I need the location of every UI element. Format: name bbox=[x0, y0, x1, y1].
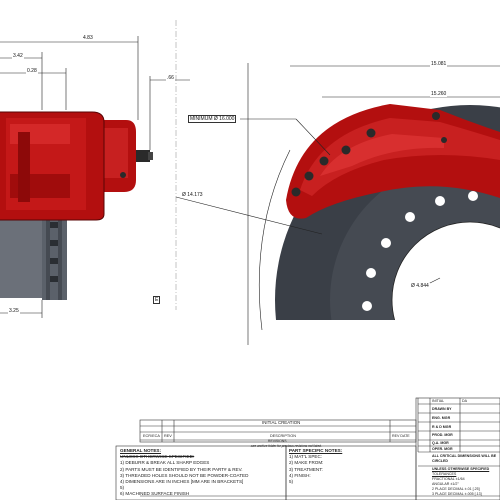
front-view bbox=[275, 104, 500, 320]
dim-bottom-length: 3.25 bbox=[8, 308, 20, 314]
dim-overall-width: 4.83 bbox=[82, 35, 94, 41]
tol-three-place: 3 PLACE DECIMAL ±.005 [.13] bbox=[432, 492, 482, 496]
role-rd-mgr: R & D MGR bbox=[432, 425, 452, 429]
col-date: REV DATE bbox=[392, 434, 410, 438]
dim-min-diameter: MINIMUM Ø 16.000 bbox=[188, 115, 237, 123]
dim-bolt-circle: Ø 14.173 bbox=[181, 192, 204, 198]
initial-creation: INITIAL CREATION bbox=[262, 420, 301, 425]
role-prod-mgr: PROD. MGR bbox=[432, 433, 453, 437]
tol-angular: ANGULAR ±1/2° bbox=[432, 482, 459, 486]
bleeder-bolt bbox=[136, 150, 150, 162]
general-note-item: 2) PARTS MUST BE IDENTIFIED BY THEIR PAR… bbox=[120, 466, 243, 472]
drawing-sheet bbox=[0, 20, 500, 500]
dim-disc-inner: 15.260 bbox=[430, 91, 448, 97]
dim-hub-diameter: Ø 4.844 bbox=[410, 283, 430, 289]
dim-offset-a: 3.42 bbox=[12, 53, 24, 59]
side-view bbox=[0, 111, 153, 300]
tolerances-label: TOLERANCES bbox=[432, 472, 457, 476]
part-specific-notes: PART SPECIFIC NOTES: 1) MAT'L SPEC: 2) M… bbox=[289, 448, 342, 485]
role-eng-mgr: ENG. MGR bbox=[432, 416, 451, 420]
tol-two-place: 2 PLACE DECIMAL ±.01 [.25] bbox=[432, 487, 480, 491]
part-note-item: 5) bbox=[289, 479, 294, 485]
dim-offset-c: .66 bbox=[166, 75, 175, 81]
general-notes: GENERAL NOTES: UNLESS OTHERWISE SPECIFIE… bbox=[120, 448, 248, 498]
col-rev: REV bbox=[164, 434, 172, 438]
dim-offset-b: 0.28 bbox=[26, 68, 38, 74]
general-note-item: 6) MACHINED SURFACE FINISH bbox=[120, 491, 190, 497]
dim-disc-outer: 15.081 bbox=[430, 61, 448, 67]
tol-fractional: FRACTIONAL ±1/64 bbox=[432, 477, 465, 481]
critical-dimensions-note: ALL CRITICAL DIMENSIONS WILL BE CIRCLED bbox=[432, 454, 497, 463]
initial-label: INITIAL bbox=[432, 399, 445, 403]
role-drawn-by: DRAWN BY bbox=[432, 407, 452, 411]
role-qa-mgr: Q.A. MGR bbox=[432, 441, 449, 445]
role-oper-mgr: OPER. MGR bbox=[432, 447, 453, 451]
date-label: DA bbox=[462, 399, 467, 403]
datum-e: E bbox=[153, 296, 161, 304]
tolerance-title: UNLESS OTHERWISE SPECIFIED bbox=[432, 467, 490, 471]
col-ecr: ECR/ECA bbox=[143, 434, 160, 438]
general-note-item: 4) DIMENSIONS ARE IN INCHES [MM ARE IN B… bbox=[120, 479, 244, 485]
